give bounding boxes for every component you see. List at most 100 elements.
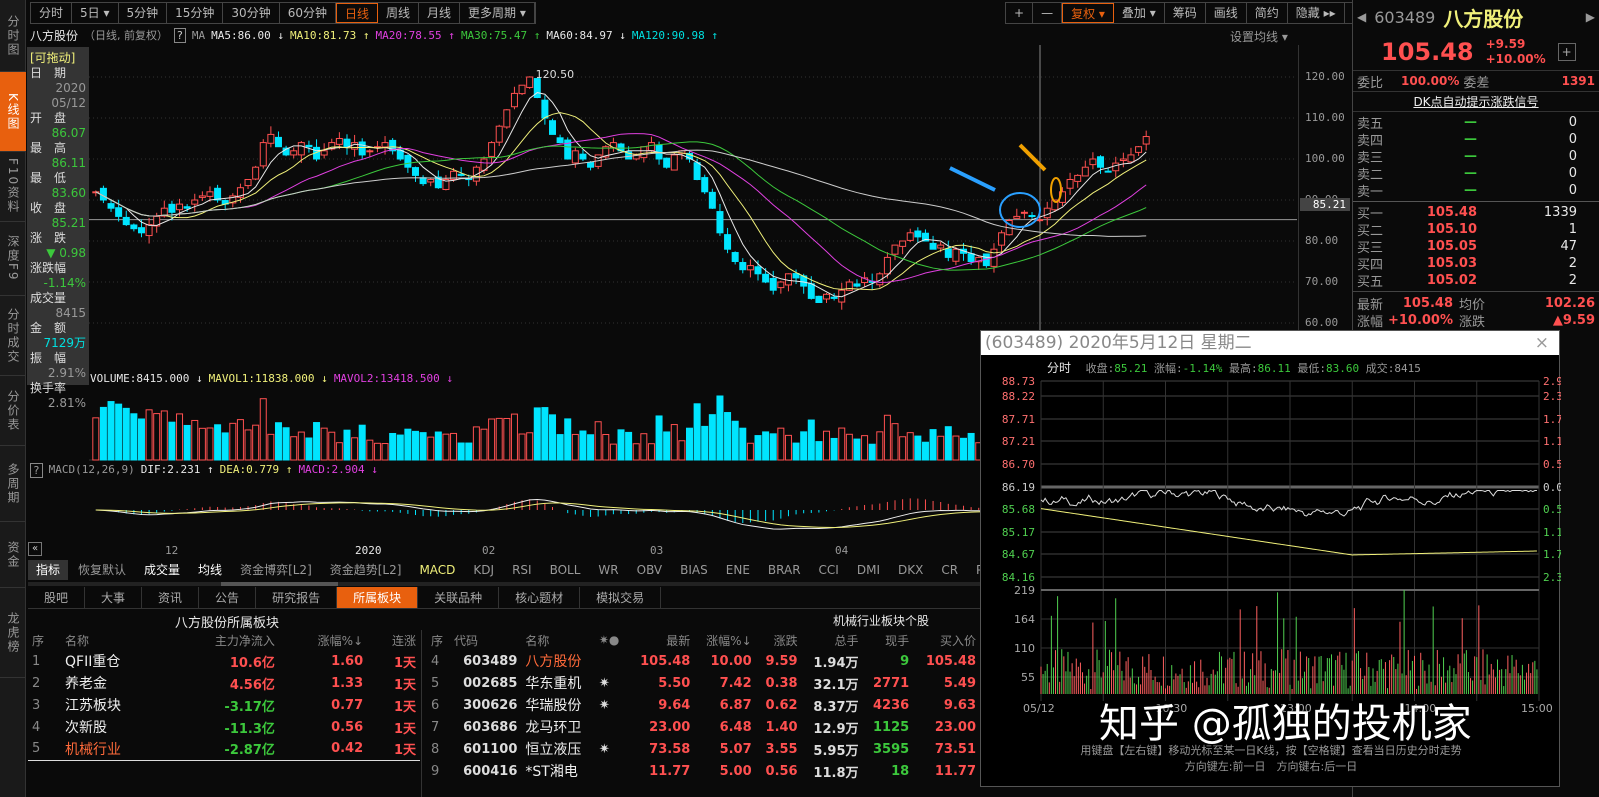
indicator-tab-3[interactable]: 均线: [190, 560, 230, 580]
indicator-tab-16[interactable]: DMI: [849, 560, 888, 580]
indicator-tab-0[interactable]: 指标: [28, 560, 69, 580]
bottom-tab-2[interactable]: 资讯: [142, 587, 200, 608]
sidebar-tab-5[interactable]: 分价表: [0, 376, 26, 446]
sidebar-tab-4[interactable]: 分时成交: [0, 296, 26, 376]
table-row[interactable]: 8 601100 恒立液压 ✷ 73.58 5.07 3.55 5.95万 3595 73.51: [427, 738, 980, 760]
kline-info-panel[interactable]: [可拖动] 日 期 2020 05/12 开 盘 86.07 最 高 86.11 最 低 83…: [27, 47, 89, 410]
period-tab-4[interactable]: 30分钟: [223, 3, 280, 23]
indicator-tab-17[interactable]: DKX: [890, 560, 931, 580]
bottom-tab-0[interactable]: 股吧: [28, 587, 86, 608]
tool-button-3[interactable]: 叠加 ▾: [1114, 3, 1165, 23]
next-stock-icon[interactable]: ▶: [1586, 10, 1599, 24]
table-row[interactable]: 1 QFII重仓 10.6亿 1.60 1天: [28, 650, 420, 672]
indicator-tab-11[interactable]: OBV: [629, 560, 671, 580]
col-header[interactable]: 总手: [802, 630, 863, 650]
sidebar-tab-3[interactable]: 深度F9: [0, 222, 26, 296]
col-header[interactable]: 涨幅%↓: [694, 630, 755, 650]
col-header[interactable]: 涨幅%↓: [279, 630, 367, 650]
popup-titlebar[interactable]: (603489) 2020年5月12日 星期二 ×: [981, 331, 1559, 355]
tool-button-6[interactable]: 简约: [1247, 3, 1288, 23]
period-tab-9[interactable]: 更多周期 ▾: [460, 3, 535, 23]
indicator-tab-1[interactable]: 恢复默认: [70, 560, 134, 580]
macd-help-button[interactable]: ?: [30, 463, 43, 478]
indicator-tab-18[interactable]: CR: [933, 560, 966, 580]
table-row[interactable]: 5 002685 华东重机 ✷ 5.50 7.42 0.38 32.1万 2771 5.49: [427, 672, 980, 694]
cell: 23.00: [649, 719, 691, 735]
col-header[interactable]: 序: [28, 630, 61, 650]
indicator-tab-5[interactable]: 资金趋势[L2]: [322, 560, 410, 580]
indicator-tab-14[interactable]: BRAR: [760, 560, 809, 580]
col-header[interactable]: 名称: [521, 630, 594, 650]
cell: 4.56亿: [229, 677, 275, 693]
scroll-left-button[interactable]: «: [28, 542, 42, 556]
drag-handle[interactable]: [可拖动]: [30, 49, 86, 66]
indicator-tab-9[interactable]: BOLL: [542, 560, 589, 580]
period-tab-7[interactable]: 周线: [378, 3, 420, 23]
table-row[interactable]: 6 300626 华瑞股份 ✷ 9.64 6.87 0.62 8.37万 4236 9.63: [427, 694, 980, 716]
indicator-tab-12[interactable]: BIAS: [672, 560, 716, 580]
period-tab-3[interactable]: 15分钟: [167, 3, 224, 23]
indicator-tab-10[interactable]: WR: [590, 560, 626, 580]
tool-button-4[interactable]: 筹码: [1165, 3, 1206, 23]
sidebar-tab-8[interactable]: 龙虎榜: [0, 588, 26, 678]
col-header[interactable]: 买入价: [913, 630, 980, 650]
col-header[interactable]: 代码: [450, 630, 521, 650]
table-divider: [421, 630, 422, 797]
indicator-tab-7[interactable]: KDJ: [465, 560, 502, 580]
signal-link[interactable]: DK点自动提示涨跌信号: [1353, 92, 1599, 112]
bottom-tab-4[interactable]: 研究报告: [256, 587, 338, 608]
tool-button-7[interactable]: 隐藏 ▸▸: [1288, 3, 1345, 23]
cell: 002685: [463, 675, 518, 691]
close-icon[interactable]: ×: [1535, 331, 1549, 355]
sidebar-tab-6[interactable]: 多周期: [0, 446, 26, 522]
indicator-scrollbar[interactable]: [28, 582, 980, 586]
period-tab-1[interactable]: 5日 ▾: [72, 3, 119, 23]
col-header[interactable]: 最新: [628, 630, 695, 650]
sidebar-tab-0[interactable]: 分时图: [0, 0, 26, 72]
indicator-tab-2[interactable]: 成交量: [136, 560, 188, 580]
indicator-tab-4[interactable]: 资金博弈[L2]: [232, 560, 320, 580]
indicator-tab-19[interactable]: PSY: [968, 560, 980, 580]
indicator-tab-13[interactable]: ENE: [718, 560, 758, 580]
indicator-tab-15[interactable]: CCI: [811, 560, 847, 580]
sidebar-tab-2[interactable]: F10资料: [0, 152, 26, 222]
col-header[interactable]: 序: [427, 630, 450, 650]
table-row[interactable]: 5 机械行业 -2.87亿 0.42 1天: [28, 738, 420, 760]
indicator-tab-6[interactable]: MACD: [411, 560, 463, 580]
period-tab-8[interactable]: 月线: [419, 3, 461, 23]
add-watchlist-button[interactable]: +: [1557, 43, 1576, 61]
info-value: 2.81%: [47, 396, 86, 410]
tool-button-0[interactable]: +: [1006, 3, 1034, 23]
col-header[interactable]: 连涨: [367, 630, 420, 650]
period-tab-6[interactable]: 日线: [335, 3, 378, 23]
help-button[interactable]: ?: [174, 27, 186, 43]
table-row[interactable]: 2 养老金 4.56亿 1.33 1天: [28, 672, 420, 694]
bottom-tab-3[interactable]: 公告: [199, 587, 257, 608]
table-row[interactable]: 3 江苏板块 -3.17亿 0.77 1天: [28, 694, 420, 716]
sidebar-tab-1[interactable]: K线图: [0, 72, 26, 152]
bottom-tab-5[interactable]: 所属板块: [337, 587, 419, 608]
col-header[interactable]: 主力净流入: [167, 630, 279, 650]
bottom-tab-6[interactable]: 关联品种: [418, 587, 500, 608]
col-header[interactable]: ✷●: [595, 630, 628, 650]
period-tab-0[interactable]: 分时: [31, 3, 73, 23]
period-tab-5[interactable]: 60分钟: [280, 3, 336, 23]
table-row[interactable]: 4 603489 八方股份 105.48 10.00 9.59 1.94万 9 105.48: [427, 650, 980, 672]
col-header[interactable]: 名称: [61, 630, 167, 650]
prev-stock-icon[interactable]: ◀: [1357, 10, 1366, 24]
bottom-tab-7[interactable]: 核心题材: [499, 587, 581, 608]
table-row[interactable]: 4 次新股 -11.3亿 0.56 1天: [28, 716, 420, 738]
sidebar-tab-7[interactable]: 资金: [0, 522, 26, 588]
indicator-tab-8[interactable]: RSI: [504, 560, 540, 580]
table-row[interactable]: 9 600416 *ST湘电 11.77 5.00 0.56 11.8万 18 11.77: [427, 760, 980, 782]
col-header[interactable]: 涨跌: [756, 630, 802, 650]
tool-button-2[interactable]: 复权 ▾: [1062, 3, 1114, 23]
table-row[interactable]: 7 603686 龙马环卫 23.00 6.48 1.40 12.9万 1125 23.00: [427, 716, 980, 738]
tool-button-1[interactable]: —: [1033, 3, 1063, 23]
bottom-tab-8[interactable]: 模拟交易: [580, 587, 662, 608]
col-header[interactable]: 现手: [863, 630, 914, 650]
bottom-tab-1[interactable]: 大事: [85, 587, 143, 608]
period-tab-2[interactable]: 5分钟: [119, 3, 168, 23]
tool-button-5[interactable]: 画线: [1206, 3, 1247, 23]
set-ma-button[interactable]: 设置均线 ▾: [1230, 28, 1288, 45]
